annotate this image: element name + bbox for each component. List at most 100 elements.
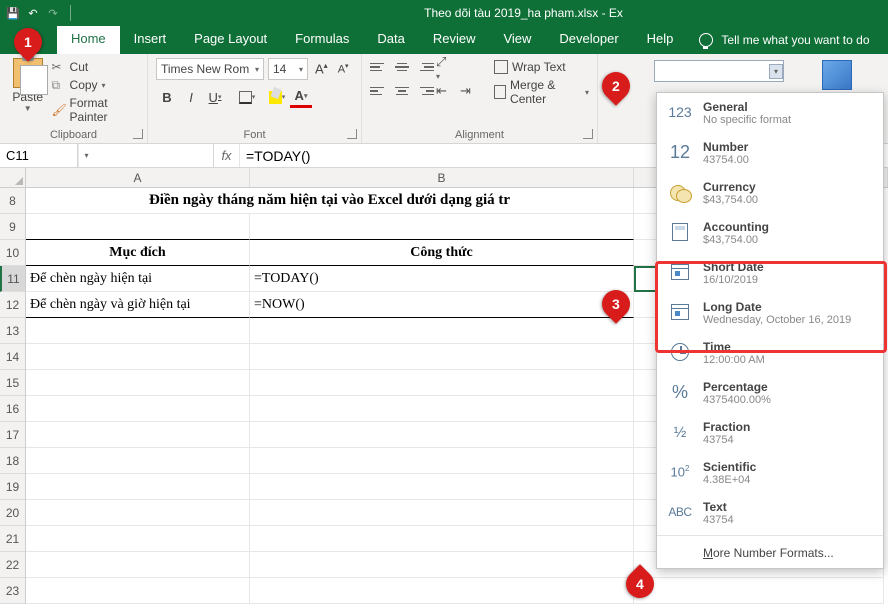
cell[interactable] (250, 552, 634, 578)
cell[interactable] (26, 448, 250, 474)
title-cell[interactable]: Điền ngày tháng năm hiện tại vào Excel d… (26, 188, 634, 214)
cell[interactable] (26, 500, 250, 526)
tab-insert[interactable]: Insert (120, 25, 181, 54)
cell[interactable] (26, 552, 250, 578)
colhdr-a[interactable]: A (26, 168, 250, 187)
copy-button[interactable]: ⧉Copy▾ (52, 78, 139, 92)
nf-accounting[interactable]: Accounting$43,754.00 (657, 213, 883, 253)
cell[interactable] (26, 578, 250, 604)
increase-indent-button[interactable]: ⇥ (460, 82, 482, 100)
nf-short_date[interactable]: Short Date16/10/2019 (657, 253, 883, 293)
format-painter-button[interactable]: 🖌Format Painter (52, 96, 139, 124)
rowhdr-11[interactable]: 11 (0, 266, 25, 292)
tab-page-layout[interactable]: Page Layout (180, 25, 281, 54)
merge-center-button[interactable]: Merge & Center▾ (494, 78, 589, 106)
rowhdr-10[interactable]: 10 (0, 240, 25, 266)
cell[interactable] (26, 396, 250, 422)
nf-time[interactable]: Time12:00:00 AM (657, 333, 883, 373)
cell[interactable] (250, 526, 634, 552)
name-box-drop[interactable]: ▾ (78, 144, 94, 167)
redo-icon[interactable]: ↷ (46, 6, 60, 20)
nf-text[interactable]: ABCText43754 (657, 493, 883, 533)
nf-number[interactable]: 12Number43754.00 (657, 133, 883, 173)
border-button[interactable]: ▾ (236, 86, 258, 108)
paste-button[interactable]: Paste ▼ (8, 58, 48, 113)
rowhdr-15[interactable]: 15 (0, 370, 25, 396)
rowhdr-19[interactable]: 19 (0, 474, 25, 500)
rowhdr-16[interactable]: 16 (0, 396, 25, 422)
cell[interactable] (250, 578, 634, 604)
cell[interactable] (250, 370, 634, 396)
align-center-button[interactable] (392, 82, 412, 100)
rowhdr-9[interactable]: 9 (0, 214, 25, 240)
rowhdr-23[interactable]: 23 (0, 578, 25, 604)
header-formula[interactable]: Công thức (250, 240, 634, 266)
cell[interactable] (250, 422, 634, 448)
cut-button[interactable]: ✂Cut (52, 60, 139, 74)
orientation-button[interactable]: ⤢▾ (436, 58, 462, 76)
cell[interactable] (250, 500, 634, 526)
cell[interactable] (250, 344, 634, 370)
grow-font-button[interactable]: A▴ (312, 61, 331, 76)
font-color-button[interactable]: A▾ (290, 86, 312, 108)
more-number-formats[interactable]: More Number Formats... (657, 538, 883, 568)
font-launcher[interactable] (347, 129, 357, 139)
rowhdr-20[interactable]: 20 (0, 500, 25, 526)
bold-button[interactable]: B (156, 86, 178, 108)
format-as-table-icon[interactable] (822, 60, 852, 90)
tab-home[interactable]: Home (57, 25, 120, 54)
fx-icon[interactable]: fx (214, 144, 240, 167)
rowhdr-18[interactable]: 18 (0, 448, 25, 474)
cell[interactable] (634, 578, 884, 604)
shrink-font-button[interactable]: A▾ (335, 62, 352, 76)
tab-developer[interactable]: Developer (545, 25, 632, 54)
wrap-text-button[interactable]: Wrap Text (494, 60, 589, 74)
nf-currency[interactable]: Currency$43,754.00 (657, 173, 883, 213)
rowhdr-21[interactable]: 21 (0, 526, 25, 552)
rowhdr-13[interactable]: 13 (0, 318, 25, 344)
row-headers[interactable]: 891011121314151617181920212223 (0, 188, 26, 604)
align-left-button[interactable] (370, 82, 390, 100)
clipboard-launcher[interactable] (133, 129, 143, 139)
cell-b12[interactable]: =NOW() (250, 292, 634, 318)
cell-a11[interactable]: Để chèn ngày hiện tại (26, 266, 250, 292)
align-top-button[interactable] (370, 58, 390, 76)
cell[interactable] (250, 448, 634, 474)
colhdr-b[interactable]: B (250, 168, 634, 187)
cell[interactable] (26, 474, 250, 500)
nf-percentage[interactable]: %Percentage4375400.00% (657, 373, 883, 413)
cell[interactable] (26, 344, 250, 370)
align-bottom-button[interactable] (414, 58, 434, 76)
nf-scientific[interactable]: 102Scientific4.38E+04 (657, 453, 883, 493)
tab-formulas[interactable]: Formulas (281, 25, 363, 54)
font-size-select[interactable]: 14▾ (268, 58, 308, 80)
cell[interactable] (26, 526, 250, 552)
cell[interactable] (26, 318, 250, 344)
cell[interactable] (250, 318, 634, 344)
underline-button[interactable]: U▾ (204, 86, 226, 108)
align-middle-button[interactable] (392, 58, 412, 76)
tell-me[interactable]: Tell me what you want to do (687, 26, 881, 54)
rowhdr-12[interactable]: 12 (0, 292, 25, 318)
tab-help[interactable]: Help (633, 25, 688, 54)
italic-button[interactable]: I (180, 86, 202, 108)
rowhdr-17[interactable]: 17 (0, 422, 25, 448)
tab-data[interactable]: Data (363, 25, 418, 54)
header-purpose[interactable]: Mục đích (26, 240, 250, 266)
save-icon[interactable]: 💾 (6, 6, 20, 20)
rowhdr-22[interactable]: 22 (0, 552, 25, 578)
align-right-button[interactable] (414, 82, 434, 100)
fill-color-button[interactable]: ▾ (266, 86, 288, 108)
chevron-down-icon[interactable]: ▾ (769, 64, 783, 79)
alignment-launcher[interactable] (583, 129, 593, 139)
cell[interactable] (250, 396, 634, 422)
cell-a12[interactable]: Để chèn ngày và giờ hiện tại (26, 292, 250, 318)
tab-view[interactable]: View (489, 25, 545, 54)
nf-general[interactable]: 123GeneralNo specific format (657, 93, 883, 133)
name-box[interactable]: C11 (0, 144, 78, 167)
select-all-corner[interactable] (0, 168, 26, 188)
rowhdr-14[interactable]: 14 (0, 344, 25, 370)
nf-fraction[interactable]: ½Fraction43754 (657, 413, 883, 453)
cell[interactable] (250, 214, 634, 240)
tab-review[interactable]: Review (419, 25, 490, 54)
